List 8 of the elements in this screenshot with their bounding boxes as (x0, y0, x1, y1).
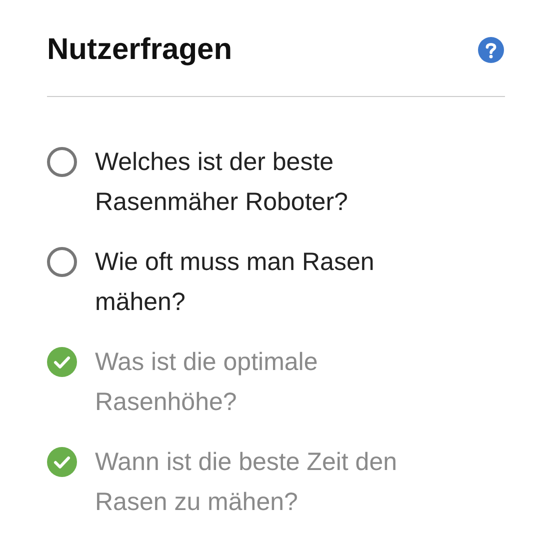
radio-button[interactable] (47, 147, 77, 177)
panel-title: Nutzerfragen (47, 33, 232, 67)
question-text[interactable]: Wie oft muss man Rasen mähen? (95, 242, 460, 322)
question-text[interactable]: Welches ist der beste Rasenmäher Roboter? (95, 142, 460, 222)
checked-icon[interactable] (47, 447, 77, 477)
help-icon[interactable] (478, 37, 504, 63)
checked-icon[interactable] (47, 347, 77, 377)
radio-button[interactable] (47, 247, 77, 277)
